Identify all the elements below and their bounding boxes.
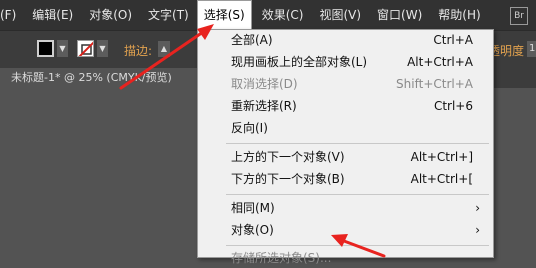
menu-item-label: 全部(A) xyxy=(231,33,273,47)
menu-item-label: 存储所选对象(S)... xyxy=(231,251,332,265)
menu-object[interactable]: 对象(O) xyxy=(83,0,138,30)
menu-separator xyxy=(226,194,489,195)
stroke-dropdown-arrow-icon[interactable]: ▼ xyxy=(97,40,108,57)
menu-item-select-all[interactable]: 全部(A) Ctrl+A xyxy=(231,30,476,50)
document-tab[interactable]: 未标题-1* @ 25% (CMYK/预览) xyxy=(0,68,216,88)
menu-separator xyxy=(226,143,489,144)
submenu-chevron-icon: › xyxy=(475,223,480,237)
stroke-color-swatch[interactable] xyxy=(77,40,94,57)
menu-item-shortcut: Ctrl+6 xyxy=(433,99,473,113)
menu-item-shortcut: Alt+Ctrl+] xyxy=(410,150,473,164)
menu-item-label: 下方的下一个对象(B) xyxy=(231,172,345,186)
menu-item-label: 取消选择(D) xyxy=(231,77,298,91)
select-menu-dropdown: 全部(A) Ctrl+A 现用画板上的全部对象(L) Alt+Ctrl+A 取消… xyxy=(197,29,494,265)
menu-file[interactable]: (F) xyxy=(0,0,22,30)
menu-view[interactable]: 视图(V) xyxy=(313,0,367,30)
menu-item-label: 现用画板上的全部对象(L) xyxy=(231,55,368,69)
fill-color-swatch[interactable] xyxy=(37,40,54,57)
menu-item-shortcut: Alt+Ctrl+A xyxy=(407,55,473,69)
stroke-label: 描边: xyxy=(124,44,153,58)
fill-dropdown-arrow-icon[interactable]: ▼ xyxy=(57,40,68,57)
menu-separator xyxy=(226,245,489,246)
menu-item-object[interactable]: 对象(O) › xyxy=(231,220,480,240)
menu-item-shortcut: Ctrl+A xyxy=(433,33,473,47)
menu-type[interactable]: 文字(T) xyxy=(142,0,195,30)
menu-item-label: 对象(O) xyxy=(231,223,274,237)
menu-item-same[interactable]: 相同(M) › xyxy=(231,198,480,218)
bridge-button[interactable]: Br xyxy=(510,7,528,25)
menu-item-reselect[interactable]: 重新选择(R) Ctrl+6 xyxy=(231,96,476,116)
menu-item-save-selection: 存储所选对象(S)... xyxy=(231,248,476,268)
opacity-input[interactable]: 1 xyxy=(527,41,536,57)
menu-item-label: 上方的下一个对象(V) xyxy=(231,150,345,164)
menu-item-next-object-above[interactable]: 上方的下一个对象(V) Alt+Ctrl+] xyxy=(231,147,476,167)
menu-item-label: 重新选择(R) xyxy=(231,99,297,113)
menu-bar: (F) 编辑(E) 对象(O) 文字(T) 选择(S) 效果(C) 视图(V) … xyxy=(0,0,536,30)
menu-item-label: 相同(M) xyxy=(231,201,275,215)
menu-help[interactable]: 帮助(H) xyxy=(432,0,486,30)
menu-item-inverse[interactable]: 反向(I) xyxy=(231,118,476,138)
menu-item-deselect: 取消选择(D) Shift+Ctrl+A xyxy=(231,74,476,94)
menu-edit[interactable]: 编辑(E) xyxy=(26,0,79,30)
menu-item-label: 反向(I) xyxy=(231,121,268,135)
stroke-weight-spinner[interactable]: ▲ xyxy=(158,41,170,57)
submenu-chevron-icon: › xyxy=(475,201,480,215)
menu-effect[interactable]: 效果(C) xyxy=(256,0,310,30)
menu-window[interactable]: 窗口(W) xyxy=(371,0,428,30)
menu-item-all-on-artboard[interactable]: 现用画板上的全部对象(L) Alt+Ctrl+A xyxy=(231,52,476,72)
no-stroke-slash-icon xyxy=(78,41,93,56)
menu-item-shortcut: Alt+Ctrl+[ xyxy=(410,172,473,186)
menu-item-next-object-below[interactable]: 下方的下一个对象(B) Alt+Ctrl+[ xyxy=(231,169,476,189)
menu-item-shortcut: Shift+Ctrl+A xyxy=(396,77,473,91)
menu-select[interactable]: 选择(S) xyxy=(196,0,252,30)
